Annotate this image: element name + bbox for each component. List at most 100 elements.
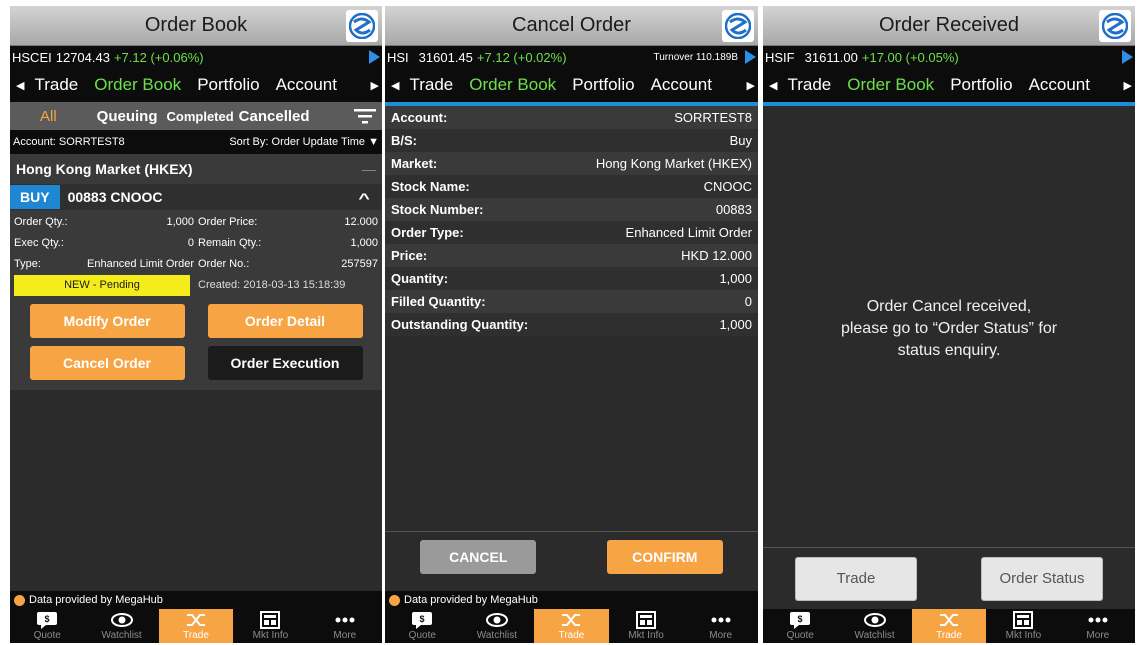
tab-portfolio[interactable]: Portfolio (572, 75, 634, 95)
status-badge: NEW - Pending (14, 275, 190, 296)
tab-account[interactable]: Account (1029, 75, 1090, 95)
modify-order-button[interactable]: Modify Order (29, 304, 185, 338)
svg-text:$: $ (45, 614, 50, 624)
detail-row: Quantity: 1,000 (385, 267, 758, 290)
market-header[interactable]: Hong Kong Market (HKEX) — (10, 154, 382, 184)
nav-more[interactable]: More (683, 609, 758, 643)
order-card: BUY 00883 CNOOC ^ Order Qty.: 1,000 Order… (10, 184, 382, 390)
nav-trade[interactable]: Trade (911, 609, 987, 643)
trade-button[interactable]: Trade (795, 556, 917, 601)
nav-mkt-info[interactable]: Mkt Info (986, 609, 1060, 643)
order-status-button[interactable]: Order Status (981, 556, 1103, 601)
subtab-cancelled[interactable]: Cancelled (239, 108, 310, 125)
nav-quote-label: Quote (408, 630, 436, 641)
bottom-nav: $ Quote Watchlist Trade Mkt Info More (385, 609, 758, 643)
order-header[interactable]: BUY 00883 CNOOC ^ (10, 184, 382, 210)
tab-trade[interactable]: Trade (409, 75, 453, 95)
tab-order-book[interactable]: Order Book (94, 75, 181, 95)
nav-trade-label: Trade (558, 630, 585, 641)
index-ticker[interactable]: HSI 31601.45 +7.12 (+0.02%) Turnover 110… (385, 46, 758, 68)
ticker-change: +17.00 (+0.05%) (861, 49, 959, 65)
detail-row: Account: SORRTEST8 (385, 106, 758, 129)
nav-quote[interactable]: $ Quote (385, 609, 460, 643)
received-action-bar: Trade Order Status (763, 547, 1135, 609)
page-title: Order Book (144, 14, 248, 36)
svg-text:$: $ (798, 614, 803, 624)
nav-trade[interactable]: Trade (158, 609, 234, 643)
market-name: Hong Kong Market (HKEX) (16, 161, 193, 177)
order-execution-button[interactable]: Order Execution (207, 346, 363, 380)
order-action-row: Cancel Order Order Execution (10, 346, 382, 380)
nav-right-arrow-icon[interactable]: ▶ (1121, 78, 1132, 92)
nav-left-arrow-icon[interactable]: ◀ (391, 79, 399, 92)
subtab-completed[interactable]: Completed (167, 109, 234, 124)
main-nav-tabs: ◀ Trade Order Book Portfolio Account ▶ (385, 68, 758, 102)
nav-watchlist-label: Watchlist (101, 630, 142, 641)
ticker-code: HSI (387, 49, 409, 65)
nav-mkt-info[interactable]: Mkt Info (609, 609, 684, 643)
data-provider-note: Data provided by MegaHub (10, 591, 382, 609)
nav-left-arrow-icon[interactable]: ◀ (16, 79, 24, 92)
index-ticker[interactable]: HSCEI 12704.43 +7.12 (+0.06%) (10, 46, 382, 68)
detail-value: 1,000 (719, 271, 752, 286)
detail-label: Account: (391, 110, 448, 125)
data-provider-text: Data provided by MegaHub (29, 594, 163, 606)
nav-mkt-info-label: Mkt Info (628, 630, 664, 641)
nav-quote[interactable]: $ Quote (10, 609, 84, 643)
nav-trade-label: Trade (183, 630, 209, 641)
ticker-next-arrow-icon[interactable] (1122, 50, 1133, 64)
nav-more[interactable]: More (1061, 609, 1135, 643)
detail-label: Quantity: (391, 271, 449, 286)
tab-order-book[interactable]: Order Book (469, 75, 556, 95)
nav-trade[interactable]: Trade (534, 609, 609, 643)
account-label: Account: SORRTEST8 (13, 136, 125, 148)
turnover-value: Turnover 110.189B (653, 51, 739, 63)
nav-more-label: More (333, 630, 357, 641)
nav-mkt-info[interactable]: Mkt Info (233, 609, 307, 643)
nav-quote[interactable]: $ Quote (763, 609, 837, 643)
sort-dropdown[interactable]: Sort By: Order Update Time ▼ (229, 136, 379, 148)
ticker-next-arrow-icon[interactable] (745, 50, 756, 64)
detail-value: CNOOC (703, 179, 752, 194)
title-bar: Order Received (763, 6, 1135, 46)
subtab-all[interactable]: All (40, 108, 57, 125)
cancel-order-button[interactable]: Cancel Order (29, 346, 185, 380)
nav-watchlist[interactable]: Watchlist (84, 609, 158, 643)
cancel-button[interactable]: CANCEL (420, 539, 537, 574)
info-icon (389, 594, 400, 606)
detail-value: HKD 12.000 (681, 248, 752, 263)
tab-portfolio[interactable]: Portfolio (950, 75, 1012, 95)
nav-left-arrow-icon[interactable]: ◀ (769, 79, 777, 92)
order-status-row: NEW - Pending Created: 2018-03-13 15:18:… (14, 275, 378, 296)
tab-portfolio[interactable]: Portfolio (197, 75, 259, 95)
filter-icon[interactable] (354, 108, 376, 124)
detail-row: Market: Hong Kong Market (HKEX) (385, 152, 758, 175)
more-dots-icon (711, 617, 731, 623)
tab-account[interactable]: Account (651, 75, 712, 95)
detail-value: 0 (187, 237, 194, 249)
trade-icon (940, 614, 959, 626)
detail-label: Outstanding Quantity: (391, 317, 529, 332)
tab-trade[interactable]: Trade (787, 75, 831, 95)
nav-watchlist[interactable]: Watchlist (837, 609, 911, 643)
subtab-queuing[interactable]: Queuing (97, 108, 158, 125)
tab-account[interactable]: Account (276, 75, 337, 95)
market-info-icon (1013, 611, 1034, 629)
order-detail-button[interactable]: Order Detail (207, 304, 363, 338)
collapse-dash-icon[interactable]: — (362, 161, 376, 177)
chevron-up-icon[interactable]: ^ (358, 190, 369, 206)
nav-watchlist[interactable]: Watchlist (460, 609, 535, 643)
nav-right-arrow-icon[interactable]: ▶ (368, 78, 379, 92)
tab-order-book[interactable]: Order Book (847, 75, 934, 95)
info-icon (14, 594, 25, 606)
tab-trade[interactable]: Trade (34, 75, 78, 95)
confirm-button[interactable]: CONFIRM (606, 539, 723, 574)
nav-more[interactable]: More (308, 609, 382, 643)
eye-icon (863, 613, 886, 627)
index-ticker[interactable]: HSIF 31611.00 +17.00 (+0.05%) (763, 46, 1135, 68)
ticker-next-arrow-icon[interactable] (369, 50, 380, 64)
detail-label: Order Type: (391, 225, 464, 240)
detail-label: B/S: (391, 133, 417, 148)
detail-row: Price: HKD 12.000 (385, 244, 758, 267)
nav-right-arrow-icon[interactable]: ▶ (744, 78, 755, 92)
